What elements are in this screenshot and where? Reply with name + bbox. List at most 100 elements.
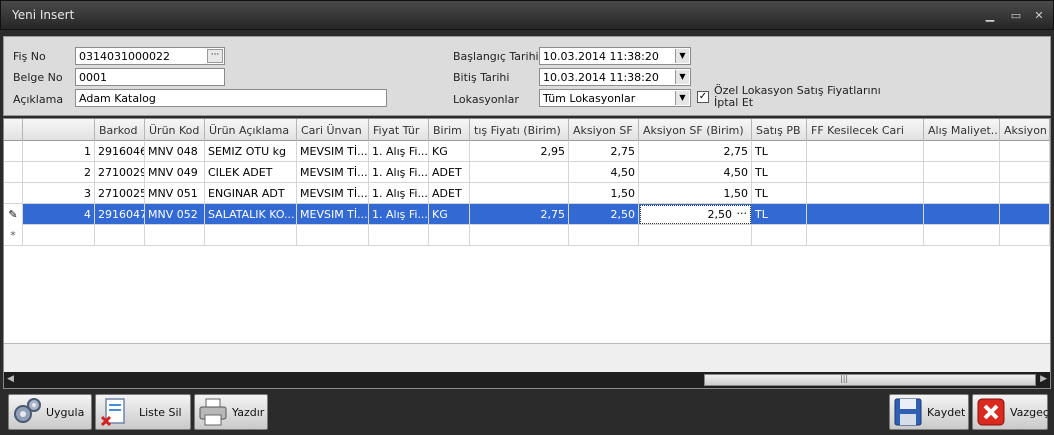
minimize-icon[interactable]: ▁ bbox=[983, 9, 997, 23]
cell-ff-kesilecek-cari[interactable] bbox=[807, 183, 924, 204]
cell-ff-kesilecek-cari[interactable] bbox=[807, 162, 924, 183]
cell-birim[interactable]: KG bbox=[429, 204, 470, 225]
cell-aksiyon-s[interactable] bbox=[1000, 162, 1050, 183]
aksiyon-sf-birim-editor[interactable]: 2,50 ··· bbox=[640, 205, 751, 224]
new-row-cell[interactable] bbox=[470, 225, 569, 246]
new-row-cell[interactable] bbox=[23, 225, 95, 246]
table-row-selected[interactable]: ✎ 4 2916047 MNV 052 SALATALIK KO... MEVS… bbox=[4, 204, 1050, 225]
table-row[interactable]: 3 2710025 MNV 051 ENGINAR ADT MEVSIM Tİ.… bbox=[4, 183, 1050, 204]
table-row[interactable]: 2 2710029 MNV 049 CILEK ADET MEVSIM Tİ..… bbox=[4, 162, 1050, 183]
cell-aksiyon-sf[interactable]: 4,50 bbox=[569, 162, 639, 183]
cell-aksiyon-s[interactable] bbox=[1000, 204, 1050, 225]
column-header[interactable]: Fiyat Tür bbox=[369, 119, 429, 141]
new-row-cell[interactable] bbox=[924, 225, 1000, 246]
new-row-cell[interactable] bbox=[807, 225, 924, 246]
fis-no-field[interactable]: 0314031000022 ··· bbox=[75, 47, 225, 65]
chevron-down-icon[interactable]: ▼ bbox=[675, 70, 689, 84]
table-row[interactable]: 1 2916046 MNV 048 SEMIZ OTU kg MEVSIM Tİ… bbox=[4, 141, 1050, 162]
cell-alis-maliyet[interactable] bbox=[924, 204, 1000, 225]
vazgec-button[interactable]: Vazgeç bbox=[972, 394, 1049, 430]
cell-urun-kod[interactable]: MNV 049 bbox=[145, 162, 205, 183]
chevron-down-icon[interactable]: ▼ bbox=[675, 91, 689, 105]
baslangic-date-field[interactable]: 10.03.2014 11:38:20 ▼ bbox=[539, 47, 691, 65]
cell-satis-pb[interactable]: TL bbox=[752, 204, 807, 225]
new-row-cell[interactable] bbox=[569, 225, 639, 246]
new-row-cell[interactable] bbox=[1000, 225, 1050, 246]
cell-urun-aciklama[interactable]: CILEK ADET bbox=[205, 162, 297, 183]
new-row-cell[interactable] bbox=[429, 225, 470, 246]
lokasyonlar-select[interactable]: Tüm Lokasyonlar ▼ bbox=[539, 89, 691, 107]
bitis-date-field[interactable]: 10.03.2014 11:38:20 ▼ bbox=[539, 68, 691, 86]
cell-fiyat-tur[interactable]: 1. Alış Fi... bbox=[369, 183, 429, 204]
cell-fiyat-tur[interactable]: 1. Alış Fi... bbox=[369, 162, 429, 183]
kaydet-button[interactable]: Kaydet bbox=[889, 394, 969, 430]
ozel-lokasyon-checkbox[interactable]: ✓ bbox=[697, 91, 709, 103]
cell-satis-fiyati[interactable]: 2,75 bbox=[470, 204, 569, 225]
cell-barkod[interactable]: 2916047 bbox=[95, 204, 145, 225]
cell-satis-fiyati[interactable]: 2,95 bbox=[470, 141, 569, 162]
cell-barkod[interactable]: 2710029 bbox=[95, 162, 145, 183]
cell-aksiyon-sf-birim[interactable]: 2,75 bbox=[639, 141, 752, 162]
cell-birim[interactable]: ADET bbox=[429, 183, 470, 204]
cell-cari-unvan[interactable]: MEVSIM Tİ... bbox=[297, 162, 369, 183]
cell-satis-pb[interactable]: TL bbox=[752, 141, 807, 162]
column-header[interactable]: tış Fiyatı (Birim) bbox=[470, 119, 569, 141]
new-row-cell[interactable] bbox=[639, 225, 752, 246]
cell-fiyat-tur[interactable]: 1. Alış Fi... bbox=[369, 204, 429, 225]
close-icon[interactable]: ✕ bbox=[1032, 9, 1046, 23]
cell-cari-unvan[interactable]: MEVSIM Tİ... bbox=[297, 204, 369, 225]
maximize-icon[interactable]: ▭ bbox=[1009, 9, 1023, 23]
cell-barkod[interactable]: 2916046 bbox=[95, 141, 145, 162]
editor-ellipsis-button[interactable]: ··· bbox=[737, 207, 748, 220]
column-header[interactable]: Satış PB bbox=[752, 119, 807, 141]
cell-aksiyon-sf[interactable]: 2,75 bbox=[569, 141, 639, 162]
new-row-cell[interactable] bbox=[752, 225, 807, 246]
belge-no-field[interactable]: 0001 bbox=[75, 68, 225, 86]
cell-urun-aciklama[interactable]: SEMIZ OTU kg bbox=[205, 141, 297, 162]
cell-barkod[interactable]: 2710025 bbox=[95, 183, 145, 204]
column-header[interactable]: Cari Ünvan bbox=[297, 119, 369, 141]
yazdir-button[interactable]: Yazdır bbox=[194, 394, 268, 430]
cell-urun-kod[interactable]: MNV 051 bbox=[145, 183, 205, 204]
cell-ff-kesilecek-cari[interactable] bbox=[807, 141, 924, 162]
cell-ff-kesilecek-cari[interactable] bbox=[807, 204, 924, 225]
chevron-down-icon[interactable]: ▼ bbox=[675, 49, 689, 63]
cell-birim[interactable]: ADET bbox=[429, 162, 470, 183]
column-header[interactable]: FF Kesilecek Cari bbox=[807, 119, 924, 141]
column-header[interactable]: Barkod bbox=[95, 119, 145, 141]
cell-birim[interactable]: KG bbox=[429, 141, 470, 162]
new-row-cell[interactable] bbox=[95, 225, 145, 246]
fis-no-lookup-button[interactable]: ··· bbox=[207, 49, 223, 63]
new-row-cell[interactable] bbox=[297, 225, 369, 246]
scroll-left-icon[interactable]: ◀ bbox=[7, 374, 14, 384]
column-header[interactable]: Birim bbox=[429, 119, 470, 141]
cell-cari-unvan[interactable]: MEVSIM Tİ... bbox=[297, 141, 369, 162]
cell-aksiyon-sf[interactable]: 1,50 bbox=[569, 183, 639, 204]
new-row-cell[interactable] bbox=[369, 225, 429, 246]
cell-urun-kod[interactable]: MNV 052 bbox=[145, 204, 205, 225]
cell-aksiyon-sf[interactable]: 2,50 bbox=[569, 204, 639, 225]
new-row[interactable]: * bbox=[4, 225, 1050, 246]
scrollbar-thumb[interactable]: ||| bbox=[704, 374, 1036, 386]
cell-alis-maliyet[interactable] bbox=[924, 183, 1000, 204]
cell-aksiyon-sf-birim[interactable]: 1,50 bbox=[639, 183, 752, 204]
liste-sil-button[interactable]: Liste Sil bbox=[95, 394, 191, 430]
cell-fiyat-tur[interactable]: 1. Alış Fi... bbox=[369, 141, 429, 162]
column-header[interactable]: Ürün Kod bbox=[145, 119, 205, 141]
column-header[interactable]: Ürün Açıklama bbox=[205, 119, 297, 141]
cell-aksiyon-sf-birim[interactable]: 4,50 bbox=[639, 162, 752, 183]
cell-urun-kod[interactable]: MNV 048 bbox=[145, 141, 205, 162]
scroll-right-icon[interactable]: ▶ bbox=[1040, 374, 1047, 384]
cell-satis-pb[interactable]: TL bbox=[752, 162, 807, 183]
horizontal-scrollbar[interactable]: ◀ ||| ▶ bbox=[4, 372, 1050, 388]
column-header[interactable]: Aksiyon S bbox=[1000, 119, 1050, 141]
cell-aksiyon-s[interactable] bbox=[1000, 183, 1050, 204]
cell-alis-maliyet[interactable] bbox=[924, 141, 1000, 162]
uygula-button[interactable]: Uygula bbox=[8, 394, 92, 430]
cell-urun-aciklama[interactable]: ENGINAR ADT bbox=[205, 183, 297, 204]
cell-satis-fiyati[interactable] bbox=[470, 162, 569, 183]
cell-cari-unvan[interactable]: MEVSIM Tİ... bbox=[297, 183, 369, 204]
new-row-cell[interactable] bbox=[205, 225, 297, 246]
cell-aksiyon-s[interactable] bbox=[1000, 141, 1050, 162]
cell-alis-maliyet[interactable] bbox=[924, 162, 1000, 183]
